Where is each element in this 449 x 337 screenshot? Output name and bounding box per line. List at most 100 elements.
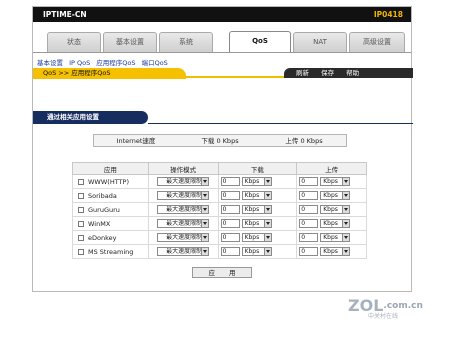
upload-unit-select[interactable]: Kbps [320,191,351,200]
app-checkbox[interactable] [78,192,84,199]
upload-input[interactable]: 0 [299,191,319,200]
app-name: Soribada [88,191,117,200]
table-row: GuruGuru 最大速度限制 0 Kbps 0 Kbps [72,202,367,217]
subnav-ip-qos[interactable]: IP QoS [69,59,90,67]
upload-input[interactable]: 0 [299,177,319,186]
mode-value: 最大速度限制 [166,192,203,199]
chevron-down-icon [201,234,209,241]
unit-value: Kbps [244,178,260,185]
qos-subnav: 基本设置 IP QoS 应用程序QoS 端口QoS [37,57,172,67]
download-input[interactable]: 0 [220,191,240,200]
action-bar: 刷新 保存 帮助 [284,68,413,78]
table-header-row: 应用 操作模式 下载 上传 [72,162,367,175]
apply-button[interactable]: 应用 [192,267,252,278]
app-checkbox[interactable] [78,234,84,241]
top-bar: IPTIME-CN IP0418 [33,7,411,22]
download-input[interactable]: 0 [220,233,240,242]
subnav-port-qos[interactable]: 端口QoS [142,59,168,67]
internet-download-speed: 下载 0 Kbps [201,137,239,145]
download-input[interactable]: 0 [220,247,240,256]
chevron-down-icon [263,192,271,199]
tab-advanced-settings[interactable]: 高级设置 [349,32,405,52]
upload-unit-select[interactable]: Kbps [320,205,351,214]
unit-value: Kbps [244,206,260,213]
upload-unit-select[interactable]: Kbps [320,247,351,256]
download-unit-select[interactable]: Kbps [241,177,272,186]
chevron-down-icon [263,206,271,213]
unit-value: Kbps [323,206,338,213]
firmware-label: IP0418 [373,10,403,19]
tab-basic-settings[interactable]: 基本设置 [103,32,157,52]
mode-select[interactable]: 最大速度限制 [157,219,210,228]
help-button[interactable]: 帮助 [346,69,359,77]
mode-select[interactable]: 最大速度限制 [157,205,210,214]
breadcrumb: QoS >> 应用程序QoS [33,68,186,79]
watermark: ZOL.com.cn 中关村在线 [348,296,423,320]
app-checkbox[interactable] [78,178,84,185]
app-qos-table: 应用 操作模式 下载 上传 WWW(HTTP) 最大速度限制 0 Kbps 0 Kb… [72,162,367,259]
download-unit-select[interactable]: Kbps [241,191,272,200]
download-unit-select[interactable]: Kbps [241,247,272,256]
unit-value: Kbps [244,192,260,199]
app-checkbox[interactable] [78,206,84,213]
table-row: eDonkey 最大速度限制 0 Kbps 0 Kbps [72,230,367,245]
upload-input[interactable]: 0 [299,219,319,228]
app-name: eDonkey [88,233,117,242]
mode-value: 最大速度限制 [166,178,203,185]
tab-nat[interactable]: NAT [293,32,347,52]
download-input[interactable]: 0 [220,219,240,228]
app-name: WinMX [88,219,111,228]
mode-value: 最大速度限制 [166,206,203,213]
tab-qos[interactable]: QoS [229,31,291,53]
chevron-down-icon [342,192,350,199]
upload-unit-select[interactable]: Kbps [320,219,351,228]
unit-value: Kbps [323,192,338,199]
tab-status[interactable]: 状态 [47,32,101,52]
download-unit-select[interactable]: Kbps [241,219,272,228]
unit-value: Kbps [244,234,260,241]
chevron-down-icon [201,192,209,199]
internet-speed-box: Internet速度 下载 0 Kbps 上传 0 Kbps [93,134,347,147]
mode-select[interactable]: 最大速度限制 [157,177,210,186]
download-input[interactable]: 0 [220,205,240,214]
upload-input[interactable]: 0 [299,233,319,242]
upload-unit-select[interactable]: Kbps [320,233,351,242]
chevron-down-icon [201,248,209,255]
chevron-down-icon [263,178,271,185]
mode-value: 最大速度限制 [166,234,203,241]
save-button[interactable]: 保存 [321,69,334,77]
download-unit-select[interactable]: Kbps [241,205,272,214]
unit-value: Kbps [323,220,338,227]
upload-input[interactable]: 0 [299,205,319,214]
unit-value: Kbps [323,248,338,255]
brand-label: IPTIME-CN [43,10,87,19]
chevron-down-icon [263,248,271,255]
header-download: 下载 [217,162,298,175]
refresh-button[interactable]: 刷新 [296,69,309,77]
mode-select[interactable]: 最大速度限制 [157,233,210,242]
section-divider [148,123,413,124]
app-checkbox[interactable] [78,220,84,227]
watermark-domain: .com.cn [383,300,423,311]
table-row: WinMX 最大速度限制 0 Kbps 0 Kbps [72,216,367,231]
mode-value: 最大速度限制 [166,248,203,255]
upload-input[interactable]: 0 [299,247,319,256]
subnav-basic-settings[interactable]: 基本设置 [37,59,63,67]
chevron-down-icon [342,220,350,227]
section-title: 通过相关应用设置 [33,111,148,124]
download-unit-select[interactable]: Kbps [241,233,272,242]
unit-value: Kbps [244,220,260,227]
chevron-down-icon [263,234,271,241]
table-row: Soribada 最大速度限制 0 Kbps 0 Kbps [72,188,367,203]
chevron-down-icon [342,206,350,213]
chevron-down-icon [342,234,350,241]
subnav-app-qos[interactable]: 应用程序QoS [96,59,135,67]
mode-select[interactable]: 最大速度限制 [157,247,210,256]
tab-system[interactable]: 系统 [159,32,213,52]
mode-select[interactable]: 最大速度限制 [157,191,210,200]
chevron-down-icon [201,178,209,185]
header-app: 应用 [72,162,149,175]
download-input[interactable]: 0 [220,177,240,186]
upload-unit-select[interactable]: Kbps [320,177,351,186]
app-checkbox[interactable] [78,248,84,255]
